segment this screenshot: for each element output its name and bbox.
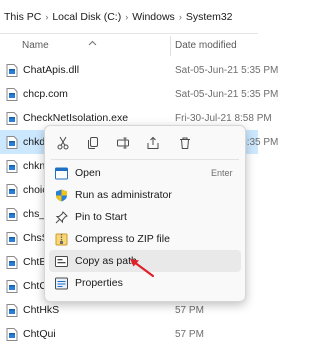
breadcrumb-item-windows[interactable]: Windows — [132, 11, 175, 23]
menu-item-label: Properties — [75, 277, 123, 289]
file-row[interactable]: ChtQui 57 PM — [0, 322, 258, 346]
file-date-modified: Fri-30-Jul-21 8:58 PM — [175, 112, 272, 124]
copy-icon[interactable] — [85, 135, 101, 151]
file-icon — [6, 111, 18, 125]
file-icon — [6, 255, 18, 269]
file-icon — [6, 159, 18, 173]
file-icon — [6, 207, 18, 221]
menu-item-run-as-administrator[interactable]: Run as administrator — [49, 184, 241, 206]
menu-item-compress-to-zip[interactable]: Compress to ZIP file — [49, 228, 241, 250]
file-row[interactable]: chcp.com Sat-05-Jun-21 5:35 PM — [0, 82, 278, 106]
file-row[interactable]: ChatApis.dll Sat-05-Jun-21 5:35 PM — [0, 58, 278, 82]
context-menu-toolbar — [45, 130, 245, 156]
file-name: ChtHkS — [23, 304, 60, 316]
file-name: ChatApis.dll — [23, 64, 80, 76]
breadcrumb-item-local-disk[interactable]: Local Disk (C:) — [52, 11, 121, 23]
file-date-modified: 57 PM — [175, 328, 204, 340]
file-icon — [6, 327, 18, 341]
column-divider[interactable] — [170, 36, 171, 56]
open-icon — [55, 167, 68, 180]
rename-icon[interactable] — [115, 135, 131, 151]
breadcrumb-separator: › — [45, 11, 49, 22]
breadcrumb: This PC › Local Disk (C:) › Windows › Sy… — [0, 0, 258, 34]
file-icon — [6, 63, 18, 77]
breadcrumb-item-system32[interactable]: System32 — [186, 11, 233, 23]
annotation-arrow-icon — [126, 254, 156, 280]
menu-separator — [51, 159, 239, 160]
file-name: CheckNetIsolation.exe — [23, 112, 129, 124]
pin-icon — [55, 210, 68, 224]
delete-icon[interactable] — [177, 135, 193, 151]
breadcrumb-item-this-pc[interactable]: This PC — [4, 11, 41, 23]
menu-item-label: Open — [75, 167, 101, 179]
shield-icon — [55, 189, 68, 202]
copy-path-icon — [55, 255, 68, 268]
column-header-date-modified[interactable]: Date modified — [175, 36, 237, 56]
menu-item-pin-to-start[interactable]: Pin to Start — [49, 206, 241, 228]
file-name: ChtQui — [23, 328, 56, 340]
share-icon[interactable] — [145, 135, 161, 151]
file-icon — [6, 279, 18, 293]
file-date-modified: Sat-05-Jun-21 5:35 PM — [175, 88, 279, 100]
column-header-name[interactable]: Name — [22, 36, 49, 56]
menu-item-label: Pin to Start — [75, 211, 127, 223]
properties-icon — [55, 277, 68, 290]
file-icon — [6, 87, 18, 101]
breadcrumb-separator: › — [125, 11, 129, 22]
menu-item-label: Run as administrator — [75, 189, 172, 201]
cut-icon[interactable] — [55, 135, 71, 151]
file-icon — [6, 135, 18, 149]
sort-ascending-icon — [88, 36, 97, 50]
file-name: chcp.com — [23, 88, 68, 100]
breadcrumb-separator: › — [178, 11, 182, 22]
file-icon — [6, 231, 18, 245]
file-date-modified: 57 PM — [175, 304, 204, 316]
menu-item-label: Compress to ZIP file — [75, 233, 170, 245]
menu-item-open[interactable]: Open Enter — [49, 162, 241, 184]
file-icon — [6, 303, 18, 317]
file-icon — [6, 183, 18, 197]
menu-item-shortcut: Enter — [211, 168, 233, 178]
zip-icon — [55, 233, 68, 246]
file-date-modified: Sat-05-Jun-21 5:35 PM — [175, 64, 279, 76]
